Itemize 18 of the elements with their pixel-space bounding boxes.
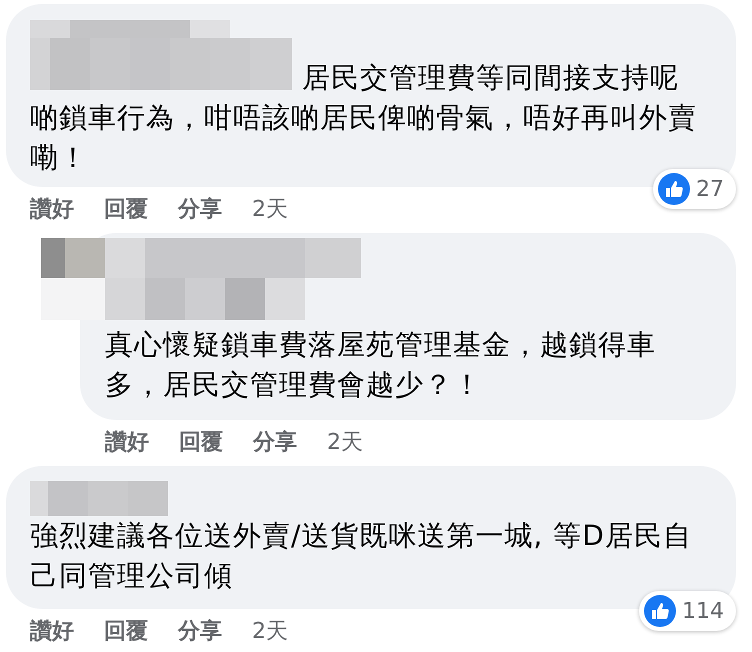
comment-action-link[interactable]: 讚好	[30, 194, 74, 224]
comment-action-link[interactable]: 分享	[178, 194, 222, 224]
comment-action-link[interactable]: 回覆	[104, 616, 148, 646]
comment-text: 真心懷疑鎖車費落屋苑管理基金，越鎖得車多，居民交管理費會越少？！	[105, 327, 657, 403]
comment-action-link[interactable]: 分享	[178, 616, 222, 646]
comment-action-link[interactable]: 讚好	[105, 427, 149, 457]
reaction-count[interactable]: 114	[639, 591, 736, 631]
comment-time: 2天	[252, 618, 288, 646]
like-icon	[658, 173, 690, 205]
like-icon	[644, 595, 676, 627]
comment-action-link[interactable]: 回覆	[104, 194, 148, 224]
comment-action-link[interactable]: 回覆	[179, 427, 223, 457]
comment-action-link[interactable]: 分享	[253, 427, 297, 457]
comment-text: 強烈建議各位送外賣/送貨既咪送第一城, 等D居民自己同管理公司傾	[30, 518, 693, 594]
comment-time: 2天	[252, 196, 288, 224]
comment-time: 2天	[327, 429, 363, 457]
comment-action-link[interactable]: 讚好	[30, 616, 74, 646]
reaction-count[interactable]: 27	[653, 169, 736, 209]
